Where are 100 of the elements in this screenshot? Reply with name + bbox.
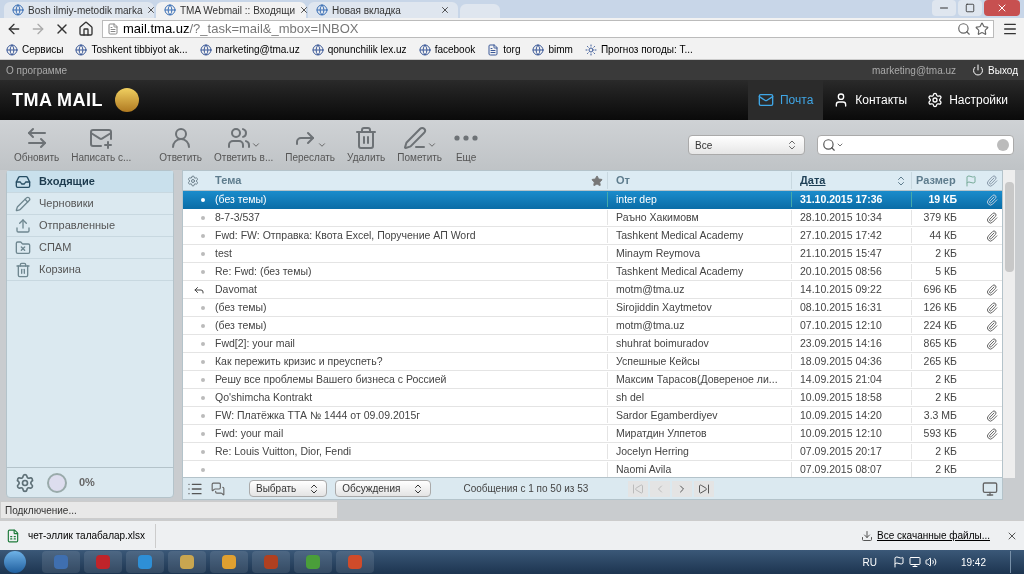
minimize-button[interactable]: [932, 0, 956, 16]
message-row[interactable]: (без темы) motm@tma.uz 07.10.2015 12:10 224 КБ: [183, 317, 1002, 335]
folder-item[interactable]: Отправленные: [7, 215, 173, 237]
maximize-button[interactable]: [958, 0, 982, 16]
address-field[interactable]: mail.tma.uz/?_task=mail&_mbox=INBOX: [102, 20, 994, 38]
close-icon[interactable]: [299, 5, 309, 15]
language-indicator[interactable]: RU: [862, 554, 877, 570]
taskbar-app-icon[interactable]: [126, 551, 164, 573]
bookmark[interactable]: Сервисы: [22, 42, 64, 57]
paperclip-icon: [985, 211, 998, 224]
bookmark[interactable]: qonunchilik lex.uz: [327, 42, 407, 57]
close-button[interactable]: [984, 0, 1020, 16]
browser-tab[interactable]: Bosh ilmiy-metodik marka: [4, 2, 154, 18]
message-row[interactable]: Fwd: your mail Миратдин Улпетов 10.09.2015 12:10 593 КБ: [183, 425, 1002, 443]
taskbar-app-icon[interactable]: [168, 551, 206, 573]
network-icon[interactable]: [908, 556, 921, 568]
filter-select[interactable]: Все: [688, 135, 805, 155]
folder-item[interactable]: СПАМ: [7, 237, 173, 259]
logout-link[interactable]: Выход: [988, 62, 1018, 78]
folder-item[interactable]: Входящие: [7, 171, 173, 193]
home-icon[interactable]: [78, 21, 94, 37]
bookmark[interactable]: bimm: [548, 42, 573, 57]
message-row[interactable]: Решу все проблемы Вашего бизнеса с Россией Максим Тарасов(Довереное ли... 14.09.2015 21:04 2 КБ: [183, 371, 1002, 389]
taskbar-app-icon[interactable]: [294, 551, 332, 573]
status-text: Подключение...: [0, 501, 338, 519]
folder-item[interactable]: Корзина: [7, 259, 173, 281]
paperclip-icon: [985, 319, 998, 332]
toolbar-button[interactable]: Обновить: [8, 125, 66, 165]
bookmark[interactable]: Прогноз погоды: Т...: [600, 42, 693, 57]
message-row[interactable]: FW: Платёжка ТТА № 1444 от 09.09.2015г Sardor Egamberdiyev 10.09.2015 14:20 3.3 МБ: [183, 407, 1002, 425]
settings-icon[interactable]: [187, 174, 199, 187]
nav-tab[interactable]: Контакты: [823, 80, 918, 120]
toolbar-button[interactable]: Написать с...: [65, 125, 138, 165]
download-item[interactable]: чет-эллик талабалар.xlsx: [6, 523, 156, 548]
toolbar-button[interactable]: Ответить: [153, 125, 209, 165]
taskbar-app-icon[interactable]: [336, 551, 374, 573]
close-icon: [996, 2, 1008, 14]
column-header[interactable]: Дата: [800, 172, 895, 189]
subject-cell-text: (без темы): [214, 191, 268, 207]
taskbar-app-icon[interactable]: [210, 551, 248, 573]
subject-cell-text: Как пережить кризис и преуспеть?: [214, 353, 384, 369]
start-button[interactable]: [4, 551, 26, 573]
close-icon[interactable]: [146, 5, 157, 15]
message-row[interactable]: Fwd[2]: your mail shuhrat boimuradov 23.09.2015 14:16 865 КБ: [183, 335, 1002, 353]
sender-cell: Tashkent Medical Academy: [607, 227, 791, 244]
settings-icon[interactable]: [15, 472, 35, 493]
message-row[interactable]: test Minaym Reymova 21.10.2015 15:47 2 КБ: [183, 245, 1002, 263]
browser-tab[interactable]: Новая вкладка: [308, 2, 458, 18]
column-header[interactable]: Тема: [207, 172, 587, 189]
star-icon: [591, 174, 603, 187]
bookmark[interactable]: torg: [503, 42, 521, 57]
message-row[interactable]: Fwd: FW: Отправка: Квота Excel, Поручение АП Word Tashkent Medical Academy 27.10.2015 17:42 44 КБ: [183, 227, 1002, 245]
message-row[interactable]: Qo'shimcha Kontrakt sh del 10.09.2015 18:58 2 КБ: [183, 389, 1002, 407]
logo: TMA MAIL: [12, 88, 103, 112]
column-header[interactable]: Размер: [911, 172, 961, 189]
subject-cell-text: Fwd: your mail: [214, 425, 285, 441]
flag-icon[interactable]: [892, 556, 905, 568]
star-icon[interactable]: [975, 22, 989, 36]
message-row[interactable]: (без темы) Sirojiddin Xaytmetov 08.10.2015 16:31 126 КБ: [183, 299, 1002, 317]
logo-emblem-icon: [114, 88, 139, 112]
menu-icon[interactable]: [1002, 21, 1018, 37]
browser-tab[interactable]: TMA Webmail :: Входящи: [156, 2, 306, 18]
about-link[interactable]: О программе: [6, 62, 68, 78]
toolbar-button[interactable]: Ответить в...: [208, 125, 280, 165]
sort-icon: [895, 174, 907, 187]
toolbar-button[interactable]: Еще: [448, 125, 485, 165]
size-cell: 5 КБ: [911, 263, 961, 280]
user-email: marketing@tma.uz: [872, 63, 957, 78]
size-cell: 126 КБ: [911, 299, 961, 316]
back-icon[interactable]: [6, 21, 22, 37]
threads-dropdown[interactable]: Обсуждения: [335, 480, 432, 497]
message-row[interactable]: 8-7-3/537 Раъно Хакимовм 28.10.2015 10:34 379 КБ: [183, 209, 1002, 227]
column-header[interactable]: От: [607, 172, 791, 189]
all-downloads-link[interactable]: Все скачанные файлы...: [876, 528, 990, 543]
subject-cell-text: 8-7-3/537: [214, 209, 261, 225]
close-icon[interactable]: [440, 5, 450, 15]
bookmark[interactable]: marketing@tma.uz: [215, 42, 300, 57]
last-page-icon[interactable]: [694, 480, 715, 497]
search-field[interactable]: [817, 135, 1014, 155]
toolbar-button[interactable]: Переслать: [279, 125, 342, 165]
zoom-icon[interactable]: [957, 22, 971, 36]
folder-item[interactable]: Черновики: [7, 193, 173, 215]
clock[interactable]: 19:42: [960, 554, 986, 570]
people-icon: [226, 125, 251, 150]
threads-icon[interactable]: [211, 481, 225, 496]
select-dropdown[interactable]: Выбрать: [249, 480, 328, 497]
message-row[interactable]: (без темы) inter dep 31.10.2015 17:36 19 КБ: [183, 191, 1002, 209]
volume-icon[interactable]: [924, 556, 937, 568]
message-row[interactable]: Davomat motm@tma.uz 14.10.2015 09:22 696 КБ: [183, 281, 1002, 299]
nav-tab[interactable]: Почта: [748, 80, 824, 120]
sender-cell: Minaym Reymova: [607, 245, 791, 262]
preview-toggle-icon[interactable]: [982, 480, 998, 497]
toolbar-button[interactable]: Пометить: [391, 125, 449, 165]
nav-tab[interactable]: Настройки: [917, 80, 1018, 120]
message-row[interactable]: Как пережить кризис и преуспеть? Успешные Кейсы 18.09.2015 04:36 265 КБ: [183, 353, 1002, 371]
bookmark[interactable]: Toshkent tibbiyot ak...: [91, 42, 188, 57]
bookmark[interactable]: facebook: [434, 42, 476, 57]
message-row[interactable]: Re: Louis Vuitton, Dior, Fendi Jocelyn Herring 07.09.2015 20:17 2 КБ: [183, 443, 1002, 461]
toolbar-button[interactable]: Удалить: [341, 125, 392, 165]
message-row[interactable]: Re: Fwd: (без темы) Tashkent Medical Academy 20.10.2015 08:56 5 КБ: [183, 263, 1002, 281]
